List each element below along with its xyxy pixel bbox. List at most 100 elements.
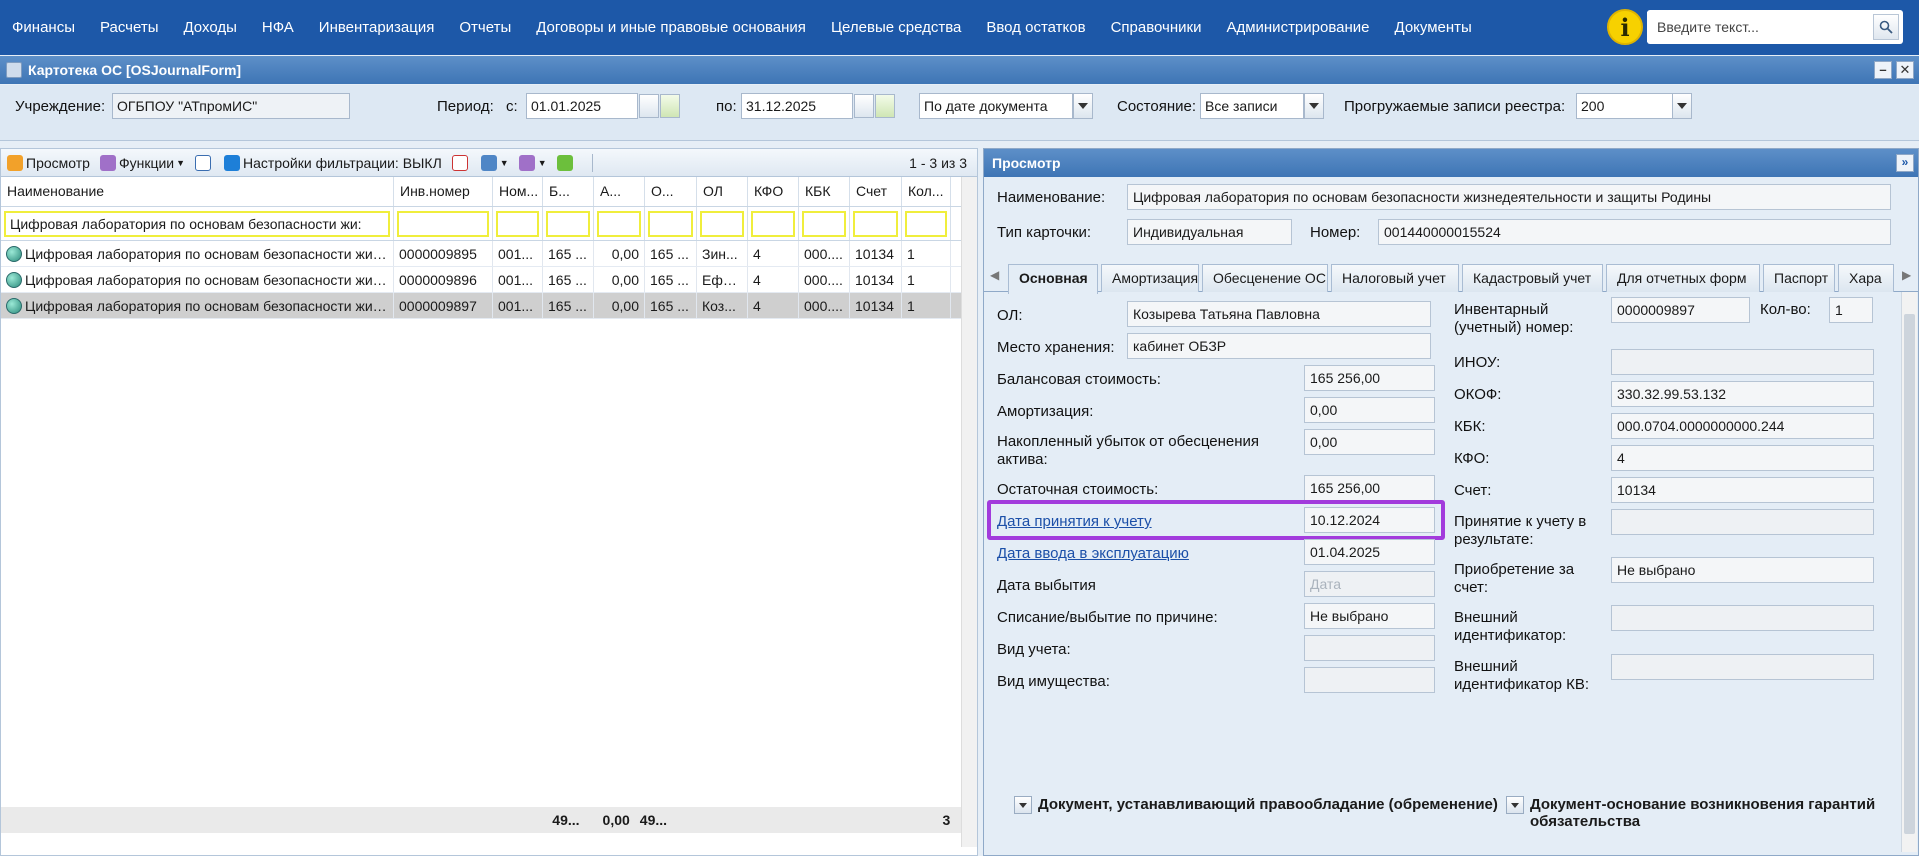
filter-account-input[interactable] [853, 211, 898, 237]
state-select[interactable]: Все записи [1200, 93, 1304, 119]
col-ol[interactable]: ОЛ [697, 177, 748, 206]
clear-from-icon[interactable] [660, 94, 680, 118]
inou-field[interactable] [1611, 349, 1874, 375]
tab-main[interactable]: Основная [1008, 264, 1098, 294]
print-button[interactable]: ▼ [480, 154, 509, 171]
tab-cadastral[interactable]: Кадастровый учет [1462, 264, 1603, 292]
guarantee-doc-section[interactable]: Документ-основание возникновения гаранти… [1506, 796, 1896, 830]
residual-field[interactable]: 165 256,00 [1304, 475, 1435, 501]
table-row[interactable]: Цифровая лаборатория по основам безопасн… [1, 241, 977, 267]
col-inv-number[interactable]: Инв.номер [394, 177, 493, 206]
tab-reporting-forms[interactable]: Для отчетных форм [1606, 264, 1760, 292]
nav-inventory[interactable]: Инвентаризация [306, 19, 447, 36]
clear-to-icon[interactable] [875, 94, 895, 118]
filter-name-input[interactable]: Цифровая лаборатория по основам безопасн… [4, 211, 390, 237]
col-kfo[interactable]: КФО [748, 177, 799, 206]
table-row-selected[interactable]: Цифровая лаборатория по основам безопасн… [1, 293, 977, 319]
calendar-from-icon[interactable] [639, 94, 659, 118]
tab-amortization[interactable]: Амортизация [1101, 264, 1199, 292]
ext-id-kv-field[interactable] [1611, 654, 1874, 680]
columns-button[interactable] [195, 154, 214, 171]
col-amort[interactable]: А... [594, 177, 645, 206]
institution-field[interactable]: ОГБПОУ "АТпромИС" [112, 93, 350, 119]
expand-guarantee-icon[interactable] [1506, 796, 1524, 814]
amort-field[interactable]: 0,00 [1304, 397, 1435, 423]
filter-settings-button[interactable]: Настройки фильтрации: ВЫКЛ [224, 154, 442, 171]
records-dropdown[interactable] [1672, 93, 1692, 119]
okof-field[interactable]: 330.32.99.53.132 [1611, 381, 1874, 407]
filter-kbk-input[interactable] [802, 211, 846, 237]
nav-contracts[interactable]: Договоры и иные правовые основания [524, 19, 819, 36]
grid-scrollbar[interactable] [961, 177, 977, 847]
filter-nom-input[interactable] [496, 211, 539, 237]
filter-balance-input[interactable] [546, 211, 590, 237]
inv-number-field[interactable]: 0000009897 [1611, 297, 1750, 323]
accept-result-field[interactable] [1611, 509, 1874, 535]
card-type-field[interactable]: Индивидуальная [1127, 219, 1292, 245]
asset-name-field[interactable]: Цифровая лаборатория по основам безопасн… [1127, 184, 1891, 210]
date-mode-select[interactable]: По дате документа [919, 93, 1073, 119]
property-type-field[interactable] [1304, 667, 1435, 693]
minimize-button[interactable]: – [1874, 61, 1892, 79]
col-nom[interactable]: Ном... [493, 177, 543, 206]
nav-opening-balances[interactable]: Ввод остатков [974, 19, 1098, 36]
date-mode-dropdown[interactable] [1073, 93, 1093, 119]
info-icon[interactable]: i [1607, 9, 1643, 45]
nav-target-funds[interactable]: Целевые средства [818, 19, 973, 36]
commission-date-link[interactable]: Дата ввода в эксплуатацию [997, 545, 1189, 563]
tabs-scroll-left-icon[interactable]: ◀ [990, 268, 999, 282]
tab-impairment[interactable]: Обесценение ОС [1202, 264, 1328, 292]
col-residual[interactable]: О... [645, 177, 697, 206]
ownership-doc-section[interactable]: Документ, устанавливающий правообладание… [1014, 796, 1498, 814]
acc-type-field[interactable] [1304, 635, 1435, 661]
expand-ownership-icon[interactable] [1014, 796, 1032, 814]
card-number-field[interactable]: 001440000015524 [1378, 219, 1891, 245]
functions-button[interactable]: Функции ▼ [99, 154, 185, 171]
filter-kfo-input[interactable] [751, 211, 795, 237]
ol-field[interactable]: Козырева Татьяна Павловна [1127, 301, 1431, 327]
balance-field[interactable]: 165 256,00 [1304, 365, 1435, 391]
nav-settlements[interactable]: Расчеты [87, 19, 171, 36]
refresh-button[interactable] [556, 154, 576, 171]
ext-id-field[interactable] [1611, 605, 1874, 631]
calendar-to-icon[interactable] [854, 94, 874, 118]
commission-date-field[interactable]: 01.04.2025 [1304, 539, 1435, 565]
purchase-field[interactable]: Не выбрано [1611, 557, 1874, 583]
table-row[interactable]: Цифровая лаборатория по основам безопасн… [1, 267, 977, 293]
nav-finance[interactable]: Финансы [0, 19, 87, 36]
kfo-field[interactable]: 4 [1611, 445, 1874, 471]
filter-amort-input[interactable] [597, 211, 641, 237]
collapse-panel-icon[interactable]: » [1896, 154, 1914, 172]
storage-field[interactable]: кабинет ОБЗР [1127, 333, 1431, 359]
tab-tax-accounting[interactable]: Налоговый учет [1331, 264, 1459, 292]
excel-button[interactable] [451, 154, 471, 171]
qty-field[interactable]: 1 [1829, 297, 1873, 323]
filter-ol-input[interactable] [700, 211, 744, 237]
nav-nfa[interactable]: НФА [249, 19, 306, 36]
date-from-input[interactable]: 01.01.2025 [526, 93, 638, 119]
col-qty[interactable]: Кол... [902, 177, 951, 206]
filter-residual-input[interactable] [648, 211, 693, 237]
close-button[interactable]: ✕ [1896, 61, 1914, 79]
settings-button[interactable]: ▼ [518, 154, 547, 171]
col-name[interactable]: Наименование [1, 177, 394, 206]
col-account[interactable]: Счет [850, 177, 902, 206]
col-kbk[interactable]: КБК [799, 177, 850, 206]
accept-date-field[interactable]: 10.12.2024 [1304, 507, 1435, 533]
filter-qty-input[interactable] [905, 211, 947, 237]
tabs-scroll-right-icon[interactable]: ▶ [1902, 268, 1911, 282]
disposal-date-field[interactable]: Дата [1304, 571, 1435, 597]
nav-reports[interactable]: Отчеты [447, 19, 524, 36]
tab-passport[interactable]: Паспорт [1763, 264, 1835, 292]
nav-directories[interactable]: Справочники [1098, 19, 1214, 36]
search-button[interactable] [1873, 14, 1899, 40]
state-dropdown[interactable] [1304, 93, 1324, 119]
date-to-input[interactable]: 31.12.2025 [741, 93, 853, 119]
search-input[interactable] [1647, 12, 1857, 42]
scrollbar-thumb[interactable] [1904, 314, 1915, 834]
view-button[interactable]: Просмотр [7, 154, 90, 171]
nav-documents[interactable]: Документы [1382, 19, 1484, 36]
tab-characteristics[interactable]: Хара [1838, 264, 1894, 292]
writeoff-field[interactable]: Не выбрано [1304, 603, 1435, 629]
account-field[interactable]: 10134 [1611, 477, 1874, 503]
